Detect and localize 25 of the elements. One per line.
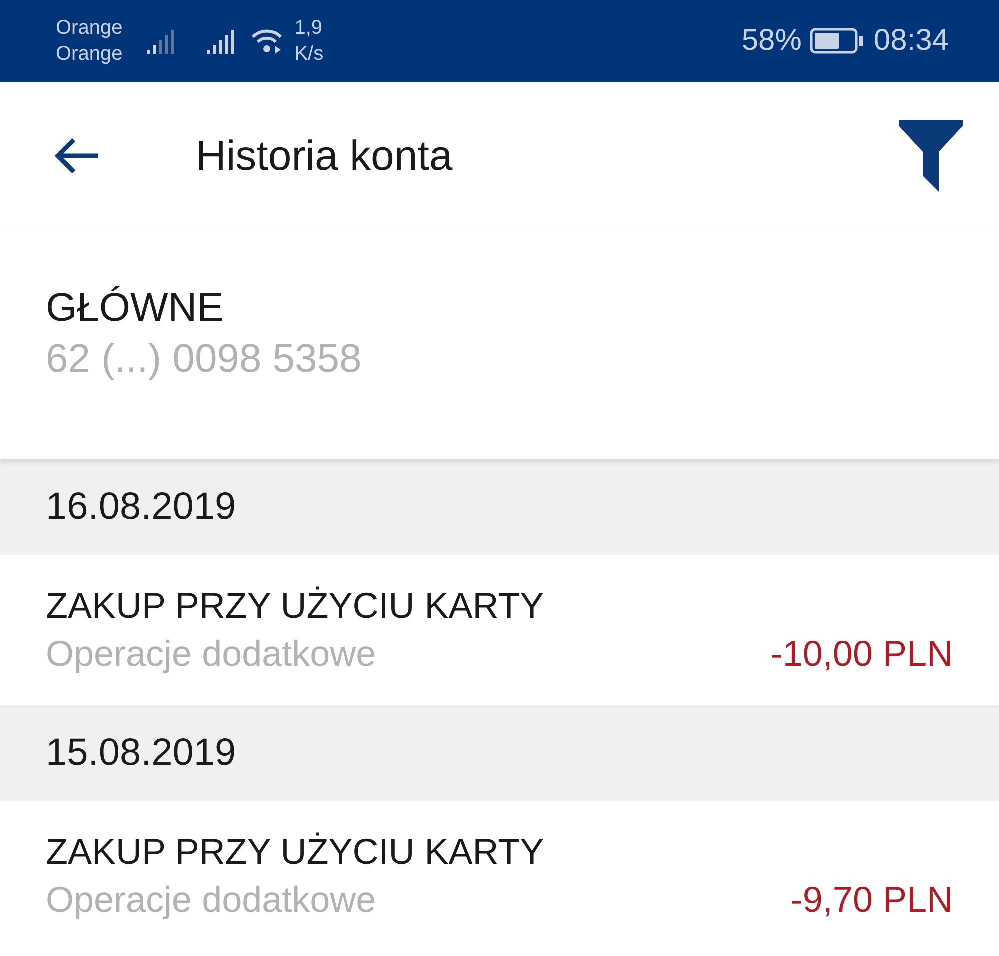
clock-time: 08:34	[874, 24, 949, 58]
transaction-category: Operacje dodatkowe	[46, 879, 376, 921]
carrier-name: Orange	[56, 16, 123, 41]
carrier-name: Orange	[56, 42, 123, 67]
back-arrow-icon[interactable]	[52, 136, 100, 176]
battery-icon	[810, 28, 864, 54]
transaction-title: ZAKUP PRZY UŻYCIU KARTY	[46, 831, 546, 873]
wifi-icon	[250, 27, 285, 55]
transaction-amount: -9,70 PLN	[790, 879, 953, 921]
transaction-amount: -10,00 PLN	[770, 633, 953, 675]
network-speed: K/s	[294, 42, 324, 67]
transaction-row[interactable]: ZAKUP PRZY UŻYCIU KARTY Operacje dodatkowe -9,70 PLN	[0, 801, 999, 951]
signal-icon	[146, 28, 177, 54]
signal-icon	[206, 28, 237, 54]
network-speed: 1,9	[294, 16, 324, 41]
account-name: GŁÓWNE	[46, 286, 225, 330]
battery-percent: 58%	[742, 24, 802, 58]
transaction-title: ZAKUP PRZY UŻYCIU KARTY	[46, 585, 546, 627]
transaction-category: Operacje dodatkowe	[46, 633, 376, 675]
date-header: 16.08.2019	[0, 459, 999, 555]
transaction-row[interactable]: ZAKUP PRZY UŻYCIU KARTY Operacje dodatkowe -10,00 PLN	[0, 555, 999, 705]
date-header: 15.08.2019	[0, 705, 999, 801]
page-title: Historia konta	[196, 132, 454, 180]
filter-icon[interactable]	[899, 120, 963, 192]
account-number: 62 (...) 0098 5358	[46, 336, 363, 382]
